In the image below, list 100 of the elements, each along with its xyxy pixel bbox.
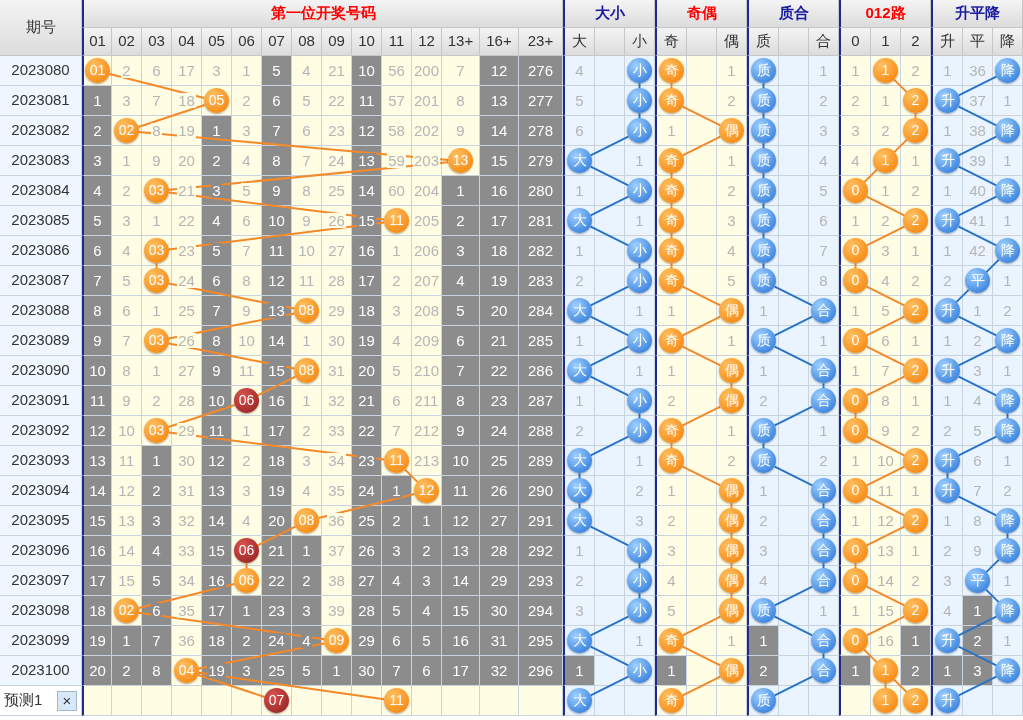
table-cell: 2 [655, 506, 687, 536]
table-cell: 42 [963, 236, 993, 266]
table-cell: 9 [112, 386, 142, 416]
table-cell: 17 [352, 266, 382, 296]
table-cell: 6 [202, 266, 232, 296]
table-cell: 25 [172, 296, 202, 326]
trend-line [681, 285, 722, 307]
table-cell: 1 [931, 506, 963, 536]
trend-line [589, 375, 630, 397]
table-cell: 282 [519, 236, 563, 266]
table-cell: 26 [172, 326, 202, 356]
table-cell: 2 [931, 266, 963, 296]
table-cell: 4 [202, 206, 232, 236]
table-cell: 4 [232, 506, 262, 536]
group-header: 升平降 [931, 0, 1023, 28]
close-button[interactable]: × [57, 690, 77, 711]
table-cell: 1 [563, 656, 595, 686]
table-cell: 1 [839, 596, 871, 626]
table-cell: 11 [202, 416, 232, 446]
table-cell: 2 [901, 266, 931, 296]
trend-line [670, 202, 673, 210]
period-cell: 2023085 [0, 206, 82, 236]
table-cell: 12 [871, 506, 901, 536]
table-cell: 4 [563, 56, 595, 86]
trend-line [589, 645, 630, 667]
table-cell: 1 [625, 626, 655, 656]
trend-line [681, 675, 722, 697]
table-cell: 4 [292, 626, 322, 656]
table-cell: 27 [172, 356, 202, 386]
table-cell: 280 [519, 176, 563, 206]
table-cell: 7 [262, 116, 292, 146]
table-cell: 10 [262, 206, 292, 236]
table-cell: 1 [655, 476, 687, 506]
table-cell: 20 [82, 656, 112, 686]
trend-line [670, 82, 673, 90]
table-cell: 4 [292, 56, 322, 86]
table-cell: 1 [747, 356, 779, 386]
table-cell: 9 [202, 356, 232, 386]
table-cell: 24 [352, 476, 382, 506]
table-cell: 3 [232, 116, 262, 146]
trend-line [773, 615, 814, 637]
table-cell: 2 [747, 506, 779, 536]
table-cell: 35 [322, 476, 352, 506]
table-cell: 1 [142, 206, 172, 236]
table-cell: 32 [480, 656, 519, 686]
table-cell: 16 [871, 626, 901, 656]
table-cell: 1 [655, 296, 687, 326]
table-cell: 2 [232, 86, 262, 116]
table-cell: 8 [262, 146, 292, 176]
table-cell: 13 [112, 506, 142, 536]
table-cell: 2 [963, 626, 993, 656]
table-cell: 10 [292, 236, 322, 266]
table-cell: 8 [963, 506, 993, 536]
table-cell: 290 [519, 476, 563, 506]
period-cell: 2023086 [0, 236, 82, 266]
trend-line [155, 262, 158, 270]
trend-line [578, 472, 581, 480]
table-cell: 7 [382, 416, 412, 446]
table-cell: 22 [172, 206, 202, 236]
trend-line [865, 495, 906, 517]
column-header: 期号 [0, 0, 82, 56]
table-cell: 209 [412, 326, 442, 356]
table-cell: 5 [82, 206, 112, 236]
trend-line [957, 105, 998, 127]
period-cell: 2023098 [0, 596, 82, 626]
table-cell: 1 [931, 116, 963, 146]
table-cell: 27 [352, 566, 382, 596]
table-cell: 29 [322, 296, 352, 326]
table-cell: 7 [292, 146, 322, 176]
table-cell: 11 [352, 86, 382, 116]
table-cell: 14 [262, 326, 292, 356]
table-cell: 58 [382, 116, 412, 146]
trend-line [985, 588, 1000, 604]
column-header: 23+ [519, 28, 563, 56]
table-cell: 23 [352, 446, 382, 476]
column-header: 升 [931, 28, 963, 56]
period-cell: 2023099 [0, 626, 82, 656]
trend-line [670, 232, 673, 240]
trend-line [730, 382, 733, 390]
table-cell: 1 [963, 596, 993, 626]
trend-line [589, 435, 630, 457]
trend-line [863, 648, 878, 664]
table-cell: 1 [993, 266, 1023, 296]
table-cell: 7 [232, 236, 262, 266]
table-cell: 4 [112, 236, 142, 266]
table-cell [202, 686, 232, 716]
trend-line [762, 232, 765, 240]
table-cell: 2 [442, 206, 480, 236]
table-cell: 5 [202, 236, 232, 266]
table-cell: 17 [442, 656, 480, 686]
table-cell: 1 [931, 236, 963, 266]
table-cell: 5 [262, 56, 292, 86]
table-cell: 7 [202, 296, 232, 326]
table-cell: 13 [202, 476, 232, 506]
table-cell: 41 [963, 206, 993, 236]
trend-line [670, 172, 673, 180]
table-cell: 57 [382, 86, 412, 116]
table-cell: 202 [412, 116, 442, 146]
table-cell: 284 [519, 296, 563, 326]
table-cell: 59 [382, 146, 412, 176]
